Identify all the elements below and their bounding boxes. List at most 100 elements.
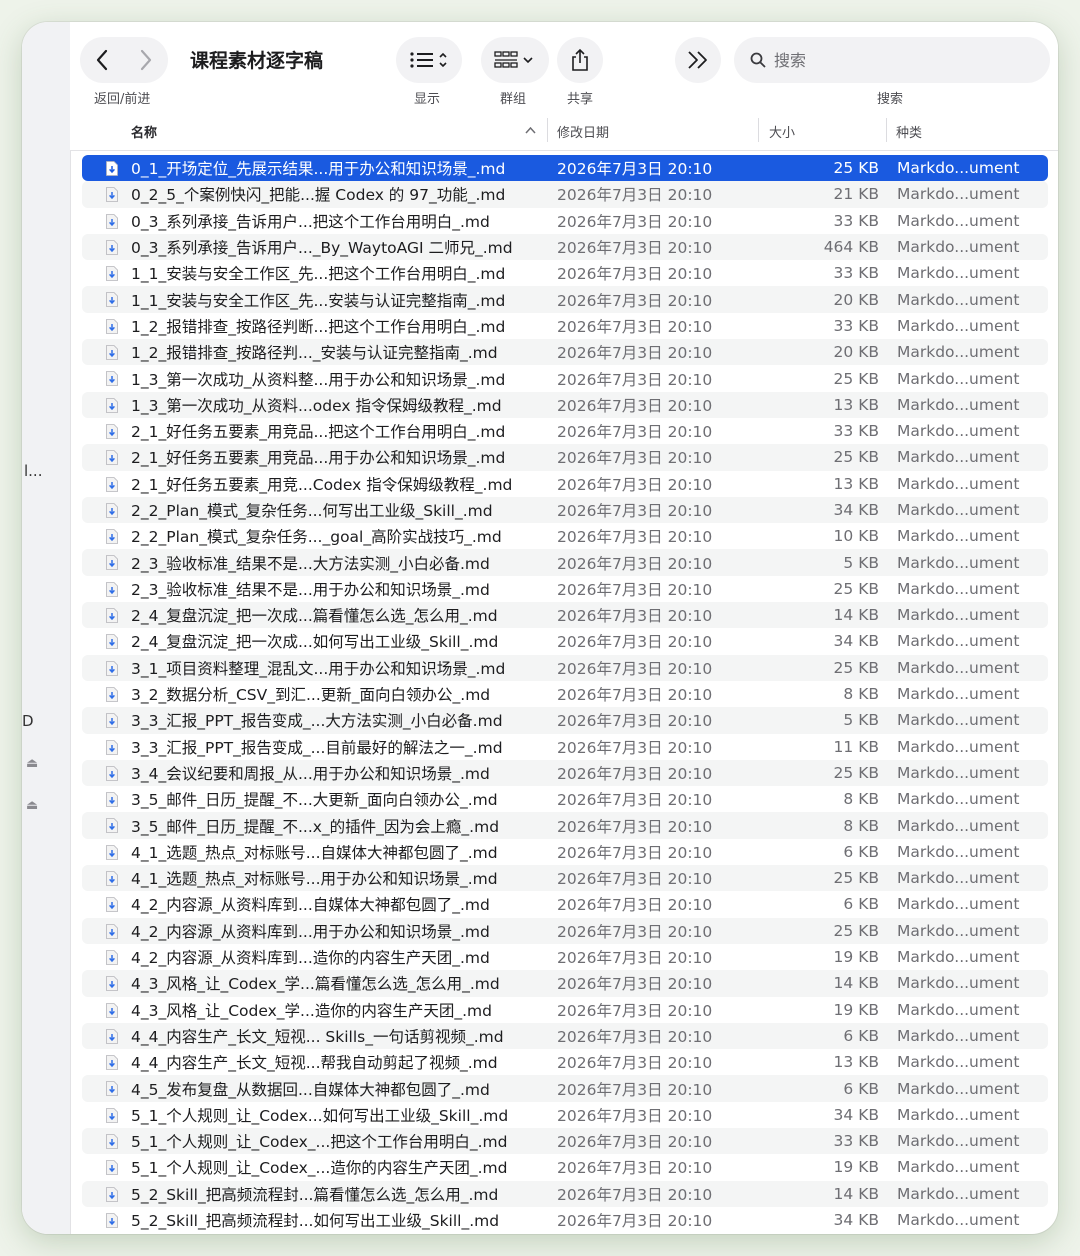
file-row[interactable]: 2_2_Plan_模式_复杂任务..._goal_高阶实战技巧_.md 2026年… xyxy=(82,523,1048,549)
file-size: 14 KB xyxy=(833,606,879,625)
file-name: 4_5_发布复盘_从数据回...自媒体大神都包圆了_.md xyxy=(131,1080,490,1099)
file-name: 4_1_选题_热点_对标账号...自媒体大神都包圆了_.md xyxy=(131,843,498,862)
file-modified-date: 2026年7月3日 20:10 xyxy=(557,449,713,468)
file-modified-date: 2026年7月3日 20:10 xyxy=(557,949,713,968)
more-toolbar-button[interactable] xyxy=(675,37,721,83)
file-size: 6 KB xyxy=(843,1079,879,1098)
file-row[interactable]: 4_2_内容源_从资料库到...自媒体大神都包圆了_.md 2026年7月3日 2… xyxy=(82,891,1048,917)
column-kind[interactable]: 种类 xyxy=(896,122,922,141)
file-row[interactable]: 1_1_安装与安全工作区_先...把这个工作台用明白_.md 2026年7月3日 … xyxy=(82,260,1048,286)
file-row[interactable]: 1_3_第一次成功_从资料整...用于办公和知识场景_.md 2026年7月3日 … xyxy=(82,365,1048,391)
file-row[interactable]: 5_2_Skill_把高频流程封...如何写出工业级_Skill_.md 2026… xyxy=(82,1207,1048,1233)
file-name: 3_4_会议纪要和周报_从...用于办公和知识场景_.md xyxy=(131,764,490,783)
file-name: 2_3_验收标准_结果不是...用于办公和知识场景_.md xyxy=(131,580,490,599)
file-modified-date: 2026年7月3日 20:10 xyxy=(557,659,713,678)
file-row[interactable]: 2_3_验收标准_结果不是...大方法实测_小白必备.md 2026年7月3日 2… xyxy=(82,549,1048,576)
file-row[interactable]: 2_1_好任务五要素_用竞品...用于办公和知识场景_.md 2026年7月3日 … xyxy=(82,444,1048,471)
file-row[interactable]: 5_1_个人规则_让_Codex...如何写出工业级_Skill_.md 2026… xyxy=(82,1102,1048,1128)
file-row[interactable]: 1_2_报错排查_按路径判..._安装与认证完整指南_.md 2026年7月3日 … xyxy=(82,339,1048,366)
column-name[interactable]: 名称 xyxy=(131,122,157,141)
markdown-file-icon xyxy=(106,792,118,808)
file-row[interactable]: 4_4_内容生产_长文_短视... Skills_一句话剪视频_.md 2026年… xyxy=(82,1022,1048,1050)
file-row[interactable]: 0_3_系列承接_告诉用户..._By_WaytoAGI 二师兄_.md 2026… xyxy=(82,233,1048,261)
file-kind: Markdo...ument xyxy=(897,763,1020,782)
file-kind: Markdo...ument xyxy=(897,1211,1020,1230)
file-name: 2_3_验收标准_结果不是...大方法实测_小白必备.md xyxy=(131,554,490,573)
file-row[interactable]: 1_3_第一次成功_从资料...odex 指令保姆级教程_.md 2026年7月3… xyxy=(82,391,1048,418)
file-modified-date: 2026年7月3日 20:10 xyxy=(557,1106,713,1125)
file-row[interactable]: 0_1_开场定位_先展示结果...用于办公和知识场景_.md 2026年7月3日 … xyxy=(82,155,1048,182)
file-row[interactable]: 5_1_个人规则_让_Codex_...造你的内容生产天团_.md 2026年7月… xyxy=(82,1154,1048,1180)
eject-icon[interactable]: ⏏ xyxy=(26,756,38,771)
file-row[interactable]: 2_1_好任务五要素_用竞...Codex 指令保姆级教程_.md 2026年7月… xyxy=(82,471,1048,497)
sidebar-item-truncated-2[interactable]: D xyxy=(22,712,34,730)
sort-ascending-icon[interactable] xyxy=(525,126,536,134)
file-row[interactable]: 5_2_Skill_把高频流程封...篇看懂怎么选_怎么用_.md 2026年7月… xyxy=(82,1180,1048,1207)
file-name: 0_1_开场定位_先展示结果...用于办公和知识场景_.md xyxy=(131,160,506,179)
file-row[interactable]: 3_2_数据分析_CSV_到汇...更新_面向白领办公_.md 2026年7月3日… xyxy=(82,681,1048,707)
share-button[interactable] xyxy=(557,37,603,83)
search-field[interactable] xyxy=(734,37,1050,83)
markdown-file-icon xyxy=(106,1055,118,1070)
file-row[interactable]: 3_5_邮件_日历_提醒_不...大更新_面向白领办公_.md 2026年7月3日… xyxy=(82,786,1048,812)
column-separator[interactable] xyxy=(758,118,759,142)
file-row[interactable]: 4_1_选题_热点_对标账号...自媒体大神都包圆了_.md 2026年7月3日 … xyxy=(82,839,1048,865)
file-name: 4_3_风格_让_Codex_学...造你的内容生产天团_.md xyxy=(131,1001,492,1020)
file-row[interactable]: 2_2_Plan_模式_复杂任务...何写出工业级_Skill_.md 2026年… xyxy=(82,496,1048,524)
file-modified-date: 2026年7月3日 20:10 xyxy=(557,291,713,310)
file-size: 33 KB xyxy=(833,211,879,230)
file-kind: Markdo...ument xyxy=(897,185,1020,204)
file-row[interactable]: 2_1_好任务五要素_用竞品...把这个工作台用明白_.md 2026年7月3日 … xyxy=(82,418,1048,444)
file-size: 6 KB xyxy=(843,1026,879,1045)
file-row[interactable]: 4_3_风格_让_Codex_学...篇看懂怎么选_怎么用_.md 2026年7月… xyxy=(82,970,1048,997)
file-row[interactable]: 4_5_发布复盘_从数据回...自媒体大神都包圆了_.md 2026年7月3日 2… xyxy=(82,1075,1048,1102)
column-size[interactable]: 大小 xyxy=(769,122,795,141)
file-kind: Markdo...ument xyxy=(897,895,1020,914)
file-row[interactable]: 1_1_安装与安全工作区_先...安装与认证完整指南_.md 2026年7月3日 … xyxy=(82,286,1048,313)
file-row[interactable]: 0_2_5_个案例快闪_把能...握 Codex 的 97_功能_.md 2026… xyxy=(82,181,1048,208)
file-modified-date: 2026年7月3日 20:10 xyxy=(557,1212,713,1231)
file-row[interactable]: 5_1_个人规则_让_Codex_...把这个工作台用明白_.md 2026年7月… xyxy=(82,1127,1048,1155)
file-row[interactable]: 2_3_验收标准_结果不是...用于办公和知识场景_.md 2026年7月3日 2… xyxy=(82,576,1048,602)
file-row[interactable]: 4_1_选题_热点_对标账号...用于办公和知识场景_.md 2026年7月3日 … xyxy=(82,865,1048,892)
file-row[interactable]: 3_1_项目资料整理_混乱文...用于办公和知识场景_.md 2026年7月3日 … xyxy=(82,654,1048,681)
file-size: 20 KB xyxy=(833,290,879,309)
sidebar-item-truncated[interactable]: l... xyxy=(24,462,42,480)
file-modified-date: 2026年7月3日 20:10 xyxy=(557,1133,713,1152)
file-row[interactable]: 3_5_邮件_日历_提醒_不...x_的插件_因为会上瘾_.md 2026年7月3… xyxy=(82,812,1048,839)
back-button[interactable] xyxy=(80,37,124,83)
file-size: 33 KB xyxy=(833,1132,879,1151)
markdown-file-icon xyxy=(106,345,118,360)
file-modified-date: 2026年7月3日 20:10 xyxy=(557,1185,713,1204)
file-row[interactable]: 3_3_汇报_PPT_报告变成_...大方法实测_小白必备.md 2026年7月3… xyxy=(82,707,1048,734)
file-row[interactable]: 4_4_内容生产_长文_短视...帮我自动剪起了视频_.md 2026年7月3日 … xyxy=(82,1049,1048,1075)
file-name: 3_2_数据分析_CSV_到汇...更新_面向白领办公_.md xyxy=(131,686,491,705)
column-date[interactable]: 修改日期 xyxy=(557,122,609,141)
file-size: 19 KB xyxy=(833,948,879,967)
file-row[interactable]: 2_4_复盘沉淀_把一次成...如何写出工业级_Skill_.md 2026年7月… xyxy=(82,628,1048,654)
file-row[interactable]: 4_2_内容源_从资料库到...造你的内容生产天团_.md 2026年7月3日 2… xyxy=(82,944,1048,970)
markdown-file-icon xyxy=(106,371,118,387)
file-row[interactable]: 1_2_报错排查_按路径判断...把这个工作台用明白_.md 2026年7月3日 … xyxy=(82,313,1048,339)
file-modified-date: 2026年7月3日 20:10 xyxy=(557,317,713,336)
forward-button[interactable] xyxy=(124,37,168,83)
file-row[interactable]: 3_3_汇报_PPT_报告变成_...目前最好的解法之一_.md 2026年7月3… xyxy=(82,734,1048,760)
file-row[interactable]: 3_4_会议纪要和周报_从...用于办公和知识场景_.md 2026年7月3日 2… xyxy=(82,759,1048,787)
group-label: 群组 xyxy=(500,92,527,107)
file-kind: Markdo...ument xyxy=(897,264,1020,283)
file-row[interactable]: 0_3_系列承接_告诉用户...把这个工作台用明白_.md 2026年7月3日 2… xyxy=(82,208,1048,234)
view-button[interactable] xyxy=(396,37,462,83)
column-separator[interactable] xyxy=(547,118,548,142)
file-name: 1_2_报错排查_按路径判..._安装与认证完整指南_.md xyxy=(131,344,498,363)
file-kind: Markdo...ument xyxy=(897,553,1020,572)
column-separator[interactable] xyxy=(886,118,887,142)
file-row[interactable]: 2_4_复盘沉淀_把一次成...篇看懂怎么选_怎么用_.md 2026年7月3日 … xyxy=(82,602,1048,629)
file-row[interactable]: 4_2_内容源_从资料库到...用于办公和知识场景_.md 2026年7月3日 2… xyxy=(82,917,1048,944)
file-size: 33 KB xyxy=(833,316,879,335)
file-row[interactable]: 4_3_风格_让_Codex_学...造你的内容生产天团_.md 2026年7月3… xyxy=(82,997,1048,1023)
share-icon xyxy=(572,48,588,71)
eject-icon[interactable]: ⏏ xyxy=(26,798,38,813)
file-name: 5_2_Skill_把高频流程封...如何写出工业级_Skill_.md xyxy=(131,1212,500,1231)
group-button[interactable] xyxy=(481,37,549,83)
search-input[interactable] xyxy=(772,49,1016,71)
